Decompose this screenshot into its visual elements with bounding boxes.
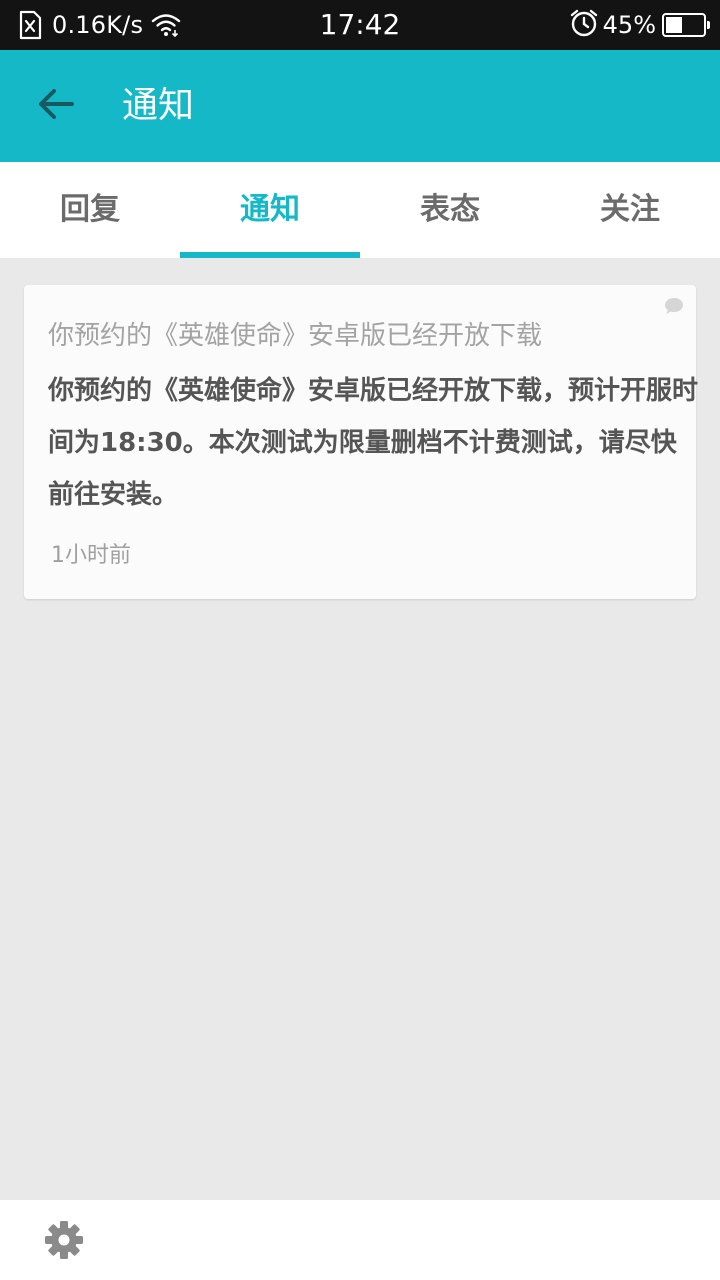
status-bar: 0.16K/s 17:42 45% <box>0 0 720 50</box>
page-title: 通知 <box>122 85 195 126</box>
tab-reactions[interactable]: 表态 <box>360 162 540 258</box>
settings-button[interactable] <box>40 1218 88 1266</box>
gear-icon <box>44 1220 84 1264</box>
tab-follows[interactable]: 关注 <box>540 162 720 258</box>
bottom-bar <box>0 1200 720 1280</box>
battery-icon <box>662 13 710 37</box>
status-right: 45% <box>569 0 710 50</box>
battery-percent: 45% <box>602 11 656 39</box>
tab-label: 回复 <box>60 192 120 227</box>
notification-title: 你预约的《英雄使命》安卓版已经开放下载 <box>48 321 543 351</box>
notification-body: 你预约的《英雄使命》安卓版已经开放下载，预计开服时间为18:30。本次测试为限量… <box>48 376 699 510</box>
tab-label: 关注 <box>600 192 660 227</box>
tab-label: 通知 <box>240 192 300 227</box>
back-button[interactable] <box>24 78 88 134</box>
alarm-clock-icon <box>569 8 599 42</box>
app-bar: 通知 <box>0 50 720 162</box>
notification-time: 1小时前 <box>51 543 131 568</box>
notification-card[interactable]: 你预约的《英雄使命》安卓版已经开放下载 你预约的《英雄使命》安卓版已经开放下载，… <box>24 285 699 599</box>
tab-notifications[interactable]: 通知 <box>180 162 360 258</box>
tab-replies[interactable]: 回复 <box>0 162 180 258</box>
arrow-left-icon <box>36 86 76 126</box>
tab-bar: 回复 通知 表态 关注 <box>0 162 720 258</box>
tab-label: 表态 <box>420 192 480 227</box>
battery-level-fill <box>666 17 683 33</box>
active-tab-indicator <box>180 252 360 258</box>
